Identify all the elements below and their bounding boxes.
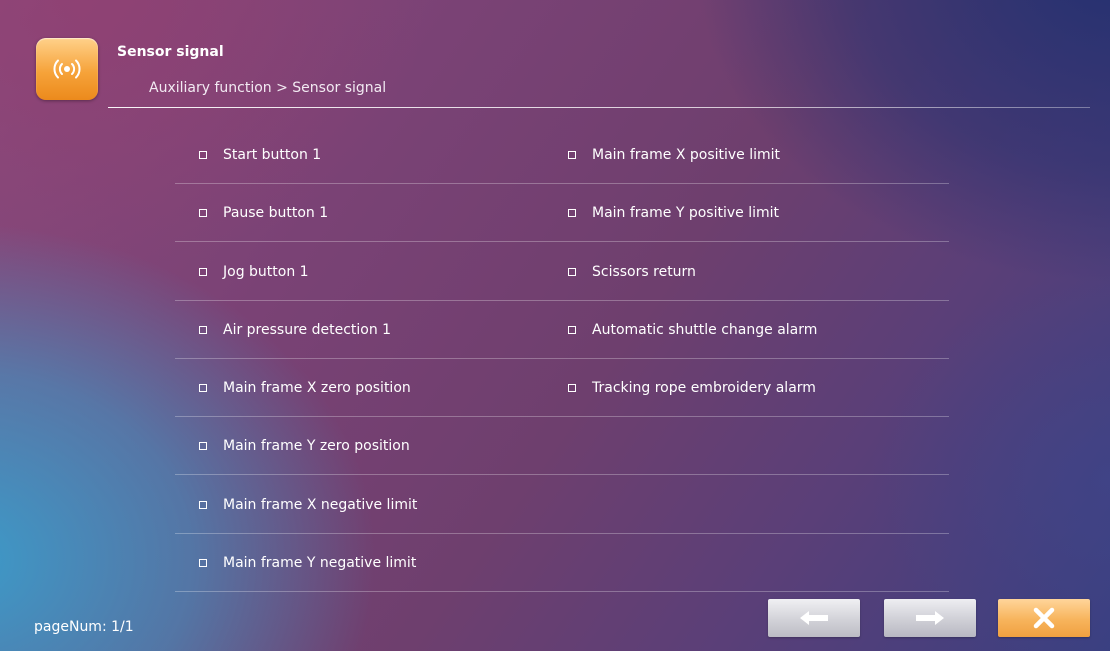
signal-indicator-icon (199, 151, 207, 159)
signal-label: Scissors return (592, 263, 696, 280)
signal-label: Main frame Y zero position (223, 438, 410, 455)
previous-page-button[interactable] (768, 599, 860, 637)
signal-item: Air pressure detection 1 (175, 302, 566, 359)
signal-item (566, 535, 949, 593)
sensor-signal-screen: Sensor signal Auxiliary function > Senso… (0, 0, 1110, 651)
arrow-left-icon (800, 611, 828, 625)
signal-indicator-icon (568, 267, 576, 276)
signal-item: Pause button 1 (175, 185, 566, 243)
signal-label: Air pressure detection 1 (223, 321, 392, 338)
signal-label: Main frame Y positive limit (592, 205, 779, 222)
signal-indicator-icon (199, 267, 207, 276)
close-icon (1033, 607, 1055, 629)
signal-indicator-icon (568, 384, 576, 393)
signal-item: Scissors return (566, 244, 949, 301)
close-button[interactable] (998, 599, 1090, 637)
signal-label: Start button 1 (223, 147, 322, 163)
signal-label: Pause button 1 (223, 205, 329, 222)
signal-item: Main frame Y zero position (175, 418, 566, 476)
signal-label: Main frame X negative limit (223, 496, 418, 513)
signal-item: Main frame Y negative limit (175, 535, 566, 593)
signal-item (566, 477, 949, 534)
breadcrumb: Auxiliary function > Sensor signal (149, 80, 387, 96)
signal-indicator-icon (199, 384, 207, 393)
signal-label: Main frame X positive limit (592, 147, 781, 163)
signal-item: Main frame X positive limit (566, 127, 949, 184)
signal-indicator-icon (199, 325, 207, 334)
signal-item: Tracking rope embroidery alarm (566, 360, 949, 418)
signal-item: Main frame X negative limit (175, 477, 566, 534)
page-title: Sensor signal (117, 44, 224, 60)
signal-indicator-icon (568, 325, 576, 334)
signal-item: Jog button 1 (175, 244, 566, 301)
arrow-right-icon (916, 611, 944, 625)
signal-indicator-icon (199, 442, 207, 451)
signal-item: Start button 1 (175, 127, 566, 184)
signal-label: Jog button 1 (223, 263, 309, 280)
signal-indicator-icon (199, 559, 207, 568)
page-number: pageNum: 1/1 (34, 619, 134, 635)
next-page-button[interactable] (884, 599, 976, 637)
signal-indicator-icon (568, 151, 576, 159)
signal-item (566, 418, 949, 476)
header-divider (108, 107, 1090, 108)
signal-list-left: Start button 1 Pause button 1 Jog button… (175, 127, 566, 593)
signal-label: Main frame Y negative limit (223, 555, 417, 572)
signal-label: Automatic shuttle change alarm (592, 321, 818, 338)
signal-label: Tracking rope embroidery alarm (592, 380, 816, 397)
signal-list-right: Main frame X positive limit Main frame Y… (566, 127, 949, 593)
signal-item: Main frame Y positive limit (566, 185, 949, 243)
sensor-signal-icon (36, 38, 98, 100)
signal-item: Automatic shuttle change alarm (566, 302, 949, 359)
signal-indicator-icon (568, 209, 576, 218)
signal-indicator-icon (199, 209, 207, 218)
signal-indicator-icon (199, 500, 207, 509)
signal-item: Main frame X zero position (175, 360, 566, 418)
signal-label: Main frame X zero position (223, 380, 411, 397)
